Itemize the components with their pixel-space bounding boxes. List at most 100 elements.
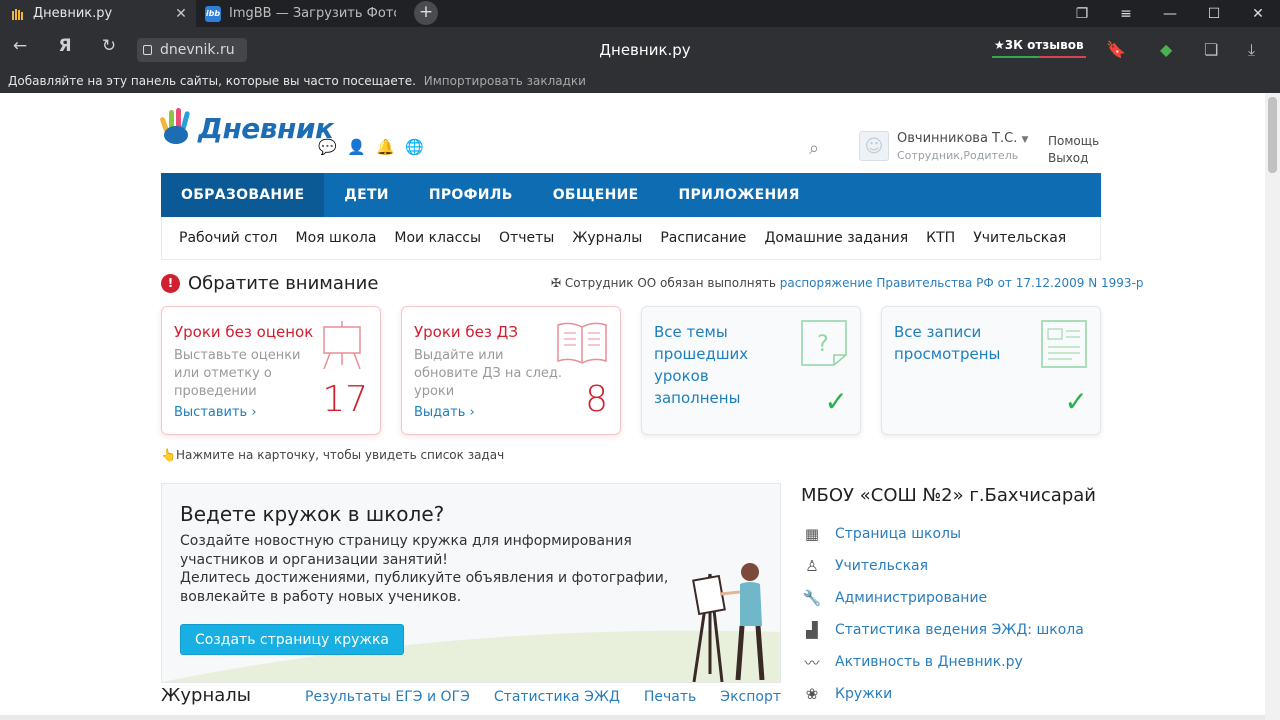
- journals-section-header: Журналы Результаты ЕГЭ и ОГЭ Статистика …: [161, 685, 781, 706]
- reload-icon[interactable]: ↻: [96, 36, 122, 56]
- help-link[interactable]: Помощь: [1048, 133, 1099, 150]
- link-label: Статистика ведения ЭЖД: школа: [835, 622, 1084, 638]
- subnav-ktp[interactable]: КТП: [926, 230, 955, 246]
- logo-hand-icon: [160, 108, 190, 144]
- subnav-journals[interactable]: Журналы: [572, 230, 642, 246]
- maximize-icon[interactable]: ☐: [1192, 6, 1236, 22]
- user-menu[interactable]: ☺ Овчинникова Т.С. ▼ Сотрудник,Родитель: [859, 131, 1028, 162]
- subnav-teachers-room[interactable]: Учительская: [973, 230, 1066, 246]
- nav-profile[interactable]: ПРОФИЛЬ: [409, 173, 533, 217]
- close-window-icon[interactable]: ✕: [1236, 6, 1280, 22]
- attention-heading: ! Обратите внимание: [161, 273, 378, 294]
- ejd-stats-link[interactable]: Статистика ЭЖД: [494, 689, 620, 705]
- extension-icon[interactable]: ◆: [1160, 40, 1172, 59]
- decree-notice: ✠ Сотрудник ОО обязан выполнять распоряж…: [551, 276, 1144, 290]
- tabs-list-icon[interactable]: ❐: [1060, 6, 1104, 22]
- collections-icon[interactable]: ❏: [1204, 40, 1218, 59]
- building-icon: ▦: [804, 525, 820, 543]
- decree-link[interactable]: распоряжение Правительства РФ от 17.12.2…: [780, 276, 1144, 290]
- user-role: Сотрудник,Родитель: [897, 149, 1019, 162]
- card-all-records-viewed[interactable]: Все записи просмотрены ✓: [881, 306, 1101, 435]
- link-label: Кружки: [835, 686, 893, 702]
- address-bar[interactable]: dnevnik.ru: [137, 38, 247, 62]
- avatar[interactable]: ☺: [859, 131, 889, 161]
- circles-icon: ❀: [805, 685, 819, 703]
- scrollbar-thumb[interactable]: [1268, 97, 1277, 173]
- download-icon[interactable]: ⤓: [1248, 40, 1255, 60]
- card-action[interactable]: Выставить ›: [174, 405, 257, 420]
- easel-icon: [323, 321, 361, 370]
- card-count: 17: [322, 379, 368, 420]
- back-icon[interactable]: ←: [7, 36, 33, 56]
- nav-communication[interactable]: ОБЩЕНИЕ: [533, 173, 659, 217]
- lock-icon: [143, 45, 152, 55]
- activity-icon: 〰: [804, 653, 820, 672]
- link-label: Учительская: [835, 558, 929, 574]
- card-lessons-without-homework[interactable]: Уроки без ДЗ Выдайте или обновите ДЗ на …: [401, 306, 621, 435]
- reviews-badge[interactable]: ★3К отзывов: [992, 38, 1086, 58]
- teachers-room-link[interactable]: ♙ Учительская: [801, 550, 1084, 582]
- journals-title: Журналы: [161, 685, 251, 706]
- minimize-icon[interactable]: —: [1148, 6, 1192, 22]
- bell-icon[interactable]: 🔔: [376, 137, 395, 156]
- card-title: Все темы прошедших уроков заполнены: [654, 323, 749, 407]
- menu-icon[interactable]: ≡: [1104, 6, 1148, 22]
- nav-children[interactable]: ДЕТИ: [324, 173, 409, 217]
- sub-nav: Рабочий стол Моя школа Мои классы Отчеты…: [161, 217, 1101, 260]
- decree-text: Сотрудник ОО обязан выполнять: [564, 276, 776, 290]
- card-action[interactable]: Выдать ›: [414, 405, 475, 420]
- globe-icon[interactable]: 🌐: [405, 137, 424, 156]
- create-club-page-button[interactable]: Создать страницу кружка: [180, 624, 405, 655]
- tab-dnevnik[interactable]: Дневник.ру ✕: [0, 0, 196, 27]
- activity-link[interactable]: 〰 Активность в Дневник.ру: [801, 646, 1084, 678]
- subnav-schedule[interactable]: Расписание: [660, 230, 746, 246]
- cards-hint: 👆Нажмите на карточку, чтобы увидеть спис…: [161, 448, 504, 462]
- link-label: Активность в Дневник.ру: [835, 654, 1023, 670]
- page-content: Дневник 💬 👤 🔔 🌐 ⌕ ☺ Овчинникова Т.С. ▼ С…: [0, 93, 1265, 720]
- svg-text:?: ?: [817, 332, 829, 357]
- tab-imgbb[interactable]: ibb ImgBB — Загрузить Фото: [196, 0, 396, 27]
- chevron-down-icon[interactable]: ▼: [1021, 135, 1028, 145]
- chat-icon[interactable]: 💬: [318, 137, 337, 156]
- export-link[interactable]: Экспорт: [720, 689, 781, 705]
- new-tab-button[interactable]: +: [414, 1, 438, 25]
- dnevnik-logo[interactable]: Дневник: [160, 107, 334, 145]
- subnav-my-school[interactable]: Моя школа: [296, 230, 377, 246]
- person-icon[interactable]: 👤: [347, 137, 366, 156]
- question-page-icon: ?: [801, 320, 847, 366]
- promo-line-1: Создайте новостную страницу кружка для и…: [180, 533, 632, 568]
- search-icon[interactable]: ⌕: [809, 138, 819, 159]
- promo-description: Создайте новостную страницу кружка для и…: [180, 532, 710, 606]
- vertical-scrollbar[interactable]: [1265, 93, 1280, 720]
- document-icon: [1041, 320, 1087, 368]
- bookmark-icon[interactable]: 🔖: [1106, 40, 1126, 59]
- exam-results-link[interactable]: Результаты ЕГЭ и ОГЭ: [305, 689, 470, 705]
- administration-link[interactable]: 🔧 Администрирование: [801, 582, 1084, 614]
- pointing-hand-icon: 👆: [161, 448, 176, 462]
- subnav-reports[interactable]: Отчеты: [499, 230, 554, 246]
- subnav-homework[interactable]: Домашние задания: [764, 230, 908, 246]
- address-text: dnevnik.ru: [160, 42, 235, 58]
- emblem-icon: ✠: [551, 276, 562, 290]
- bookmarks-bar: Добавляйте на эту панель сайты, которые …: [0, 71, 1280, 93]
- school-page-link[interactable]: ▦ Страница школы: [801, 518, 1084, 550]
- print-link[interactable]: Печать: [644, 689, 696, 705]
- wrench-icon: 🔧: [802, 589, 822, 607]
- book-icon: [557, 322, 607, 364]
- horizontal-scrollbar[interactable]: [0, 715, 1265, 720]
- logout-link[interactable]: Выход: [1048, 150, 1099, 167]
- nav-apps[interactable]: ПРИЛОЖЕНИЯ: [659, 173, 820, 217]
- window-controls: ❐ ≡ — ☐ ✕: [1060, 0, 1280, 27]
- subnav-my-classes[interactable]: Мои классы: [394, 230, 481, 246]
- clubs-link[interactable]: ❀ Кружки: [801, 678, 1084, 710]
- card-lesson-topics[interactable]: ? Все темы прошедших уроков заполнены ✓: [641, 306, 861, 435]
- subnav-desktop[interactable]: Рабочий стол: [179, 230, 278, 246]
- ejd-school-stats-link[interactable]: ▟ Статистика ведения ЭЖД: школа: [801, 614, 1084, 646]
- page-title: Дневник.ру: [599, 41, 691, 59]
- yandex-icon[interactable]: Я: [52, 36, 78, 56]
- promo-line-2: Делитесь достижениями, публикуйте объявл…: [180, 570, 669, 605]
- close-tab-icon[interactable]: ✕: [172, 6, 190, 22]
- nav-education[interactable]: ОБРАЗОВАНИЕ: [161, 173, 325, 217]
- card-lessons-without-marks[interactable]: Уроки без оценок Выставьте оценки или от…: [161, 306, 381, 435]
- import-bookmarks-link[interactable]: Импортировать закладки: [424, 74, 586, 88]
